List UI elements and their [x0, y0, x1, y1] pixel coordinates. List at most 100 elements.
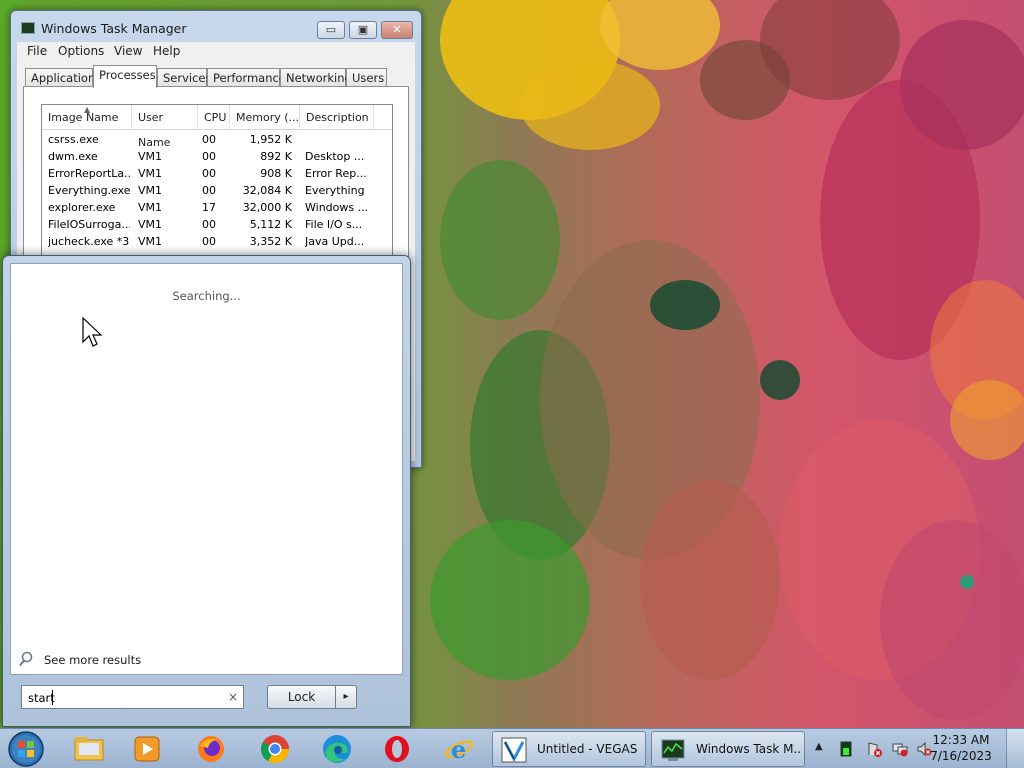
tab-networking[interactable]: Networking	[280, 68, 352, 87]
sort-ascending-icon: ▲	[84, 105, 91, 114]
process-memory-cell: 1,952 K	[249, 133, 292, 146]
process-cpu-cell: 00	[202, 150, 216, 163]
column-cpu[interactable]: CPU	[198, 105, 230, 130]
process-memory-cell: 908 K	[260, 167, 292, 180]
column-user-name[interactable]: User Name	[132, 105, 198, 149]
show-hidden-icons-arrow[interactable]: ▲	[815, 741, 823, 752]
table-row[interactable]: FileIOSurroga... VM1 00 5,112 K File I/O s..…	[42, 217, 392, 234]
task-manager-title: Windows Task Manager	[41, 21, 187, 36]
shutdown-options-arrow[interactable]: ▸	[335, 685, 357, 709]
process-user-cell: VM1	[138, 167, 163, 180]
start-orb-icon[interactable]	[6, 730, 46, 768]
table-row[interactable]: ErrorReportLa... VM1 00 908 K Error Rep...	[42, 166, 392, 183]
media-player-icon	[134, 736, 160, 762]
process-cpu-cell: 00	[202, 218, 216, 231]
file-explorer-pin[interactable]	[66, 732, 112, 766]
process-cpu-cell: 00	[202, 184, 216, 197]
file-explorer-icon	[74, 737, 104, 761]
process-description-cell: Java Upd...	[305, 235, 365, 248]
process-cpu-cell: 17	[202, 201, 216, 214]
process-memory-cell: 5,112 K	[249, 218, 292, 231]
process-description-cell: Everything	[305, 184, 365, 197]
process-image-cell: FileIOSurroga...	[48, 218, 130, 231]
process-cpu-cell: 00	[202, 235, 216, 248]
process-image-cell: csrss.exe	[48, 133, 99, 146]
magnifier-icon	[19, 651, 33, 667]
firefox-icon	[198, 736, 224, 762]
tab-services[interactable]: Services	[157, 68, 212, 87]
internet-explorer-pin[interactable]: e	[436, 732, 482, 766]
table-row[interactable]: explorer.exe VM1 17 32,000 K Windows ...	[42, 200, 392, 217]
task-manager-icon	[661, 739, 685, 761]
show-desktop-button[interactable]	[1006, 729, 1024, 768]
close-button[interactable]: ✕	[381, 21, 413, 39]
process-description-cell: Error Rep...	[305, 167, 367, 180]
taskbar-task-task-manager[interactable]: Windows Task M...	[651, 731, 805, 767]
cpu-meter-icon[interactable]	[838, 741, 854, 757]
maximize-button[interactable]: ▣	[349, 21, 377, 39]
process-user-cell: VM1	[138, 218, 163, 231]
process-memory-cell: 892 K	[260, 150, 292, 163]
process-description-cell: Windows ...	[305, 201, 369, 214]
task-manager-menubar: File Options View Help	[17, 42, 415, 62]
tab-performance[interactable]: Performance	[207, 68, 286, 87]
process-image-cell: dwm.exe	[48, 150, 98, 163]
process-image-cell: Everything.exe	[48, 184, 130, 197]
tab-processes[interactable]: Processes	[93, 65, 157, 88]
minimize-button[interactable]: ▭	[317, 21, 345, 39]
taskbar-task-vegas[interactable]: Untitled - VEGAS ...	[492, 731, 646, 767]
network-icon[interactable]	[892, 741, 908, 757]
column-description[interactable]: Description	[300, 105, 374, 130]
taskbar-task-label: Windows Task M...	[696, 742, 800, 756]
opera-icon	[385, 736, 409, 762]
chrome-pin[interactable]	[252, 732, 298, 766]
chrome-icon	[261, 735, 289, 763]
media-player-pin[interactable]	[124, 732, 170, 766]
process-memory-cell: 32,000 K	[242, 201, 292, 214]
tab-users[interactable]: Users	[346, 68, 387, 87]
firefox-pin[interactable]	[188, 732, 234, 766]
process-list-header: ▲ Image Name User Name CPU Memory (... D…	[42, 105, 392, 149]
process-cpu-cell: 00	[202, 133, 216, 146]
process-image-cell: explorer.exe	[48, 201, 116, 214]
clock-date: 7/16/2023	[930, 749, 992, 763]
menu-view[interactable]: View	[114, 44, 142, 58]
table-row[interactable]: dwm.exe VM1 00 892 K Desktop ...	[42, 149, 392, 166]
lock-button[interactable]: Lock	[267, 685, 335, 709]
start-menu: Searching... See more results start × Lo…	[2, 255, 411, 727]
action-center-icon[interactable]	[866, 741, 882, 757]
system-clock[interactable]: 12:33 AM 7/16/2023	[930, 733, 992, 763]
clear-search-icon[interactable]: ×	[228, 690, 238, 704]
taskbar: e Untitled - VEGAS ... Windows Task M...…	[0, 728, 1024, 768]
table-row[interactable]: Everything.exe VM1 00 32,084 K Everything	[42, 183, 392, 200]
task-manager-titlebar[interactable]: Windows Task Manager ▭ ▣ ✕	[11, 11, 421, 41]
process-memory-cell: 3,352 K	[249, 235, 292, 248]
menu-file[interactable]: File	[27, 44, 47, 58]
taskbar-task-label: Untitled - VEGAS ...	[537, 742, 641, 756]
searching-status: Searching...	[172, 289, 241, 303]
table-row[interactable]: csrss.exe 00 1,952 K	[42, 132, 392, 149]
menu-options[interactable]: Options	[58, 44, 104, 58]
start-search-input[interactable]: start ×	[21, 685, 244, 709]
clock-time: 12:33 AM	[932, 733, 990, 747]
text-caret	[52, 690, 53, 705]
search-results-pane: Searching... See more results	[10, 263, 403, 675]
see-more-results-label: See more results	[44, 653, 142, 667]
process-user-cell: VM1	[138, 235, 163, 248]
menu-help[interactable]: Help	[153, 44, 180, 58]
process-description-cell: File I/O s...	[305, 218, 363, 231]
column-memory[interactable]: Memory (...	[230, 105, 300, 130]
mouse-pointer-icon	[82, 317, 103, 347]
svg-text:e: e	[451, 735, 466, 764]
process-cpu-cell: 00	[202, 167, 216, 180]
internet-explorer-icon: e	[444, 735, 474, 764]
process-image-cell: ErrorReportLa...	[48, 167, 130, 180]
table-row[interactable]: jucheck.exe *32 VM1 00 3,352 K Java Upd...	[42, 234, 392, 251]
opera-pin[interactable]	[374, 732, 420, 766]
column-image-name[interactable]: ▲ Image Name	[42, 105, 132, 130]
edge-pin[interactable]	[314, 732, 360, 766]
tab-applications[interactable]: Applications	[25, 68, 101, 87]
vegas-icon	[501, 737, 527, 763]
process-user-cell: VM1	[138, 201, 163, 214]
process-description-cell: Desktop ...	[305, 150, 365, 163]
